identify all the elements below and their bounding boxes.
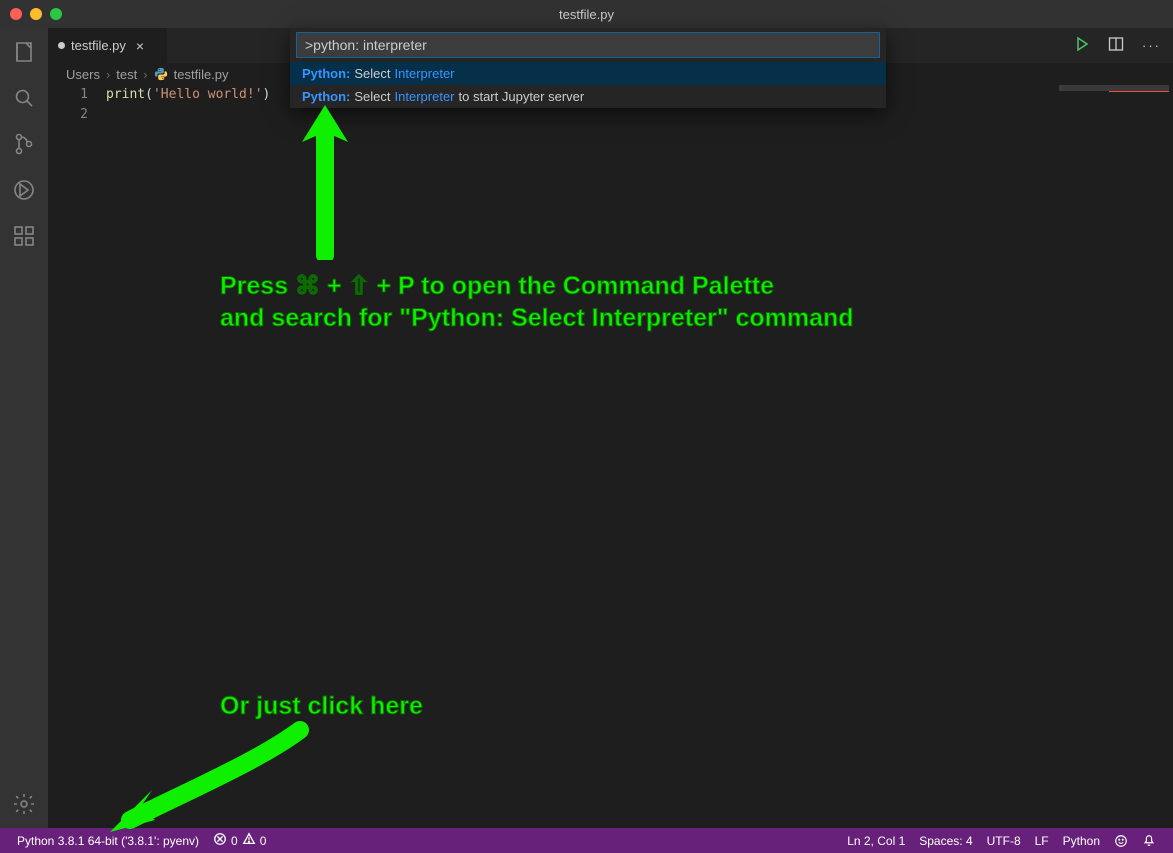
command-palette: Python: Select Interpreter Python: Selec… xyxy=(290,28,886,108)
editor-actions: ··· xyxy=(1062,28,1173,63)
palette-item-select-interpreter[interactable]: Python: Select Interpreter xyxy=(290,62,886,85)
status-language[interactable]: Python xyxy=(1056,834,1107,848)
close-window-button[interactable] xyxy=(10,8,22,20)
command-palette-input[interactable] xyxy=(296,32,880,58)
split-editor-icon[interactable] xyxy=(1108,36,1124,55)
debug-icon[interactable] xyxy=(10,176,38,204)
dirty-indicator-icon xyxy=(58,42,65,49)
breadcrumb-seg[interactable]: testfile.py xyxy=(174,67,229,82)
status-cursor[interactable]: Ln 2, Col 1 xyxy=(840,834,912,848)
code-editor[interactable]: 1 2 print('Hello world!') xyxy=(48,85,1173,828)
status-bell-icon[interactable] xyxy=(1135,834,1163,848)
activity-bar xyxy=(0,28,48,828)
status-eol[interactable]: LF xyxy=(1028,834,1056,848)
settings-gear-icon[interactable] xyxy=(10,790,38,818)
minimap[interactable] xyxy=(1053,85,1173,828)
extensions-icon[interactable] xyxy=(10,222,38,250)
tab-testfile[interactable]: testfile.py × xyxy=(48,28,168,63)
annotation-text-bottom: Or just click here xyxy=(220,690,423,722)
more-actions-icon[interactable]: ··· xyxy=(1142,38,1161,53)
close-tab-icon[interactable]: × xyxy=(136,38,144,54)
window-title: testfile.py xyxy=(559,7,614,22)
status-feedback-icon[interactable] xyxy=(1107,834,1135,848)
zoom-window-button[interactable] xyxy=(50,8,62,20)
line-number: 1 xyxy=(48,85,88,105)
annotation-text-top: Press ⌘ + ⇧ + P to open the Command Pale… xyxy=(220,270,854,334)
python-file-icon xyxy=(154,67,168,81)
titlebar: testfile.py xyxy=(0,0,1173,28)
window-controls xyxy=(10,8,62,20)
annotation-arrow-top xyxy=(290,100,370,260)
status-encoding[interactable]: UTF-8 xyxy=(980,834,1028,848)
tab-label: testfile.py xyxy=(71,38,126,53)
palette-item-select-interpreter-jupyter[interactable]: Python: Select Interpreter to start Jupy… xyxy=(290,85,886,108)
editor-group: testfile.py × ··· Users › test › testfil… xyxy=(48,28,1173,828)
annotation-arrow-bottom xyxy=(100,720,310,840)
status-indent[interactable]: Spaces: 4 xyxy=(912,834,979,848)
search-icon[interactable] xyxy=(10,84,38,112)
chevron-right-icon: › xyxy=(106,67,110,82)
command-palette-list: Python: Select Interpreter Python: Selec… xyxy=(290,62,886,108)
chevron-right-icon: › xyxy=(143,67,147,82)
minimize-window-button[interactable] xyxy=(30,8,42,20)
line-number: 2 xyxy=(48,105,88,125)
run-file-icon[interactable] xyxy=(1074,36,1090,55)
line-gutter: 1 2 xyxy=(48,85,106,828)
breadcrumb-seg[interactable]: Users xyxy=(66,67,100,82)
source-control-icon[interactable] xyxy=(10,130,38,158)
explorer-icon[interactable] xyxy=(10,38,38,66)
breadcrumb-seg[interactable]: test xyxy=(116,67,137,82)
